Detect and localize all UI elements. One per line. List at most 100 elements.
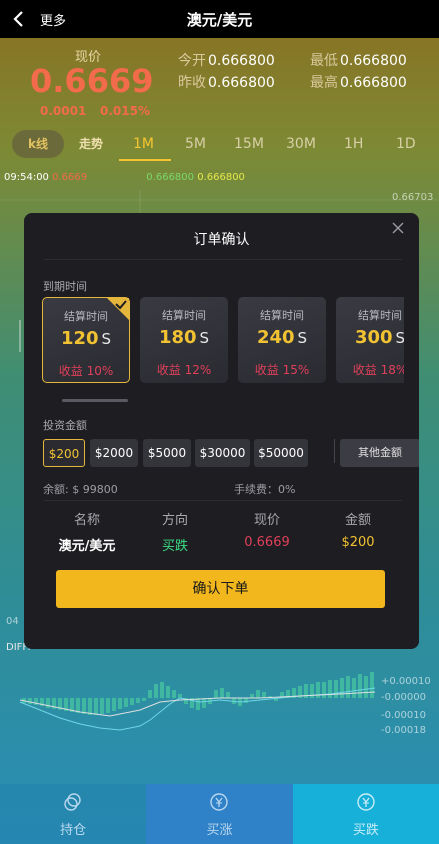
amount-option-50000[interactable]: $50000	[254, 439, 308, 467]
divider	[44, 500, 402, 501]
macd-axis-4: -0.00018	[381, 725, 426, 736]
expiry-options: 结算时间 120 S 收益 10% 结算时间 180 S 收益 12% 结算时间 2…	[42, 297, 404, 385]
tab-kline[interactable]: k线	[12, 130, 64, 158]
summary-value-name: 澳元/美元	[58, 539, 116, 554]
amount-separator	[334, 439, 335, 463]
expiry-option-180[interactable]: 结算时间 180 S 收益 12%	[140, 297, 228, 383]
high-label: 最高	[310, 75, 338, 91]
amount-label: 投资金额	[43, 419, 87, 432]
price-change-pct: 0.015%	[100, 104, 150, 118]
tab-period-5m[interactable]: 5M	[185, 136, 206, 152]
fee-text: 手续费：0%	[234, 483, 296, 496]
price-change: 0.0001	[40, 104, 87, 118]
amount-option-30000[interactable]: $30000	[195, 439, 250, 467]
coins-icon	[64, 793, 81, 811]
bottom-nav: 持仓 买涨 买跌	[0, 784, 439, 844]
active-tab-indicator	[119, 159, 171, 161]
tab-trend[interactable]: 走势	[66, 130, 116, 158]
open-stat: 今开 0.666800	[178, 50, 275, 70]
holdings-button[interactable]: 持仓	[0, 784, 147, 844]
macd-axis-3: -0.00010	[381, 710, 426, 721]
expiry-option-time: 300 S	[336, 327, 404, 348]
macd-histogram	[22, 672, 374, 715]
summary-head-amount: 金额	[344, 513, 371, 528]
macd-axis-1: +0.00010	[381, 676, 431, 687]
chart-ma-value-1: 0.666800	[146, 172, 195, 183]
macd-chart: +0.00010 -0.00000 -0.00010 -0.00018	[19, 672, 431, 736]
tab-period-1h[interactable]: 1H	[344, 136, 363, 152]
expiry-option-label: 结算时间	[260, 309, 304, 322]
summary-head-name: 名称	[73, 513, 100, 528]
top-bar: 更多 澳元/美元	[0, 0, 439, 38]
tab-period-30m[interactable]: 30M	[286, 136, 316, 152]
expiry-time-unit: S	[199, 329, 210, 347]
expiry-time-value: 120	[60, 328, 99, 349]
open-value: 0.666800	[208, 53, 275, 69]
expiry-option-time: 240 S	[238, 327, 326, 348]
chart-price: 0.6669	[52, 172, 88, 183]
order-confirm-modal: 订单确认 到期时间 结算时间 120 S 收益 10% 结算时间 180 S 收益 …	[24, 213, 419, 649]
expiry-label: 到期时间	[43, 280, 87, 293]
expiry-option-yield: 收益 18%	[352, 363, 404, 377]
expiry-option-yield: 收益 12%	[156, 363, 212, 377]
other-amount-button[interactable]: 其他金额	[340, 439, 419, 467]
low-label: 最低	[310, 53, 338, 69]
expiry-option-yield: 收益 15%	[254, 363, 310, 377]
confirm-order-button[interactable]: 确认下单	[56, 570, 385, 608]
expiry-option-label: 结算时间	[162, 309, 206, 322]
low-value: 0.666800	[340, 53, 407, 69]
tab-period-15m[interactable]: 15M	[234, 136, 264, 152]
tab-period-1m[interactable]: 1M	[133, 136, 154, 152]
expiry-option-time: 120 S	[43, 328, 129, 349]
prev-close-stat: 昨收 0.666800	[178, 72, 275, 92]
modal-title: 订单确认	[193, 232, 250, 248]
summary-head-direction: 方向	[161, 513, 188, 528]
expiry-option-120[interactable]: 结算时间 120 S 收益 10%	[42, 297, 130, 383]
yen-up-icon	[210, 793, 229, 811]
expiry-time-unit: S	[297, 329, 308, 347]
divider	[44, 259, 402, 260]
quote-panel: 现价 0.6669 0.0001 0.015% 今开 0.666800 最低 0.6…	[0, 38, 439, 128]
amount-option-5000[interactable]: $5000	[143, 439, 191, 467]
prev-close-value: 0.666800	[208, 75, 275, 91]
expiry-time-unit: S	[395, 329, 404, 347]
expiry-option-300[interactable]: 结算时间 300 S 收益 18%	[336, 297, 404, 383]
summary-value-direction: 买跌	[161, 539, 188, 554]
selected-check-icon	[107, 298, 129, 320]
balance-text: 余额: $ 99800	[43, 483, 118, 496]
expiry-time-value: 300	[354, 327, 393, 348]
low-stat: 最低 0.666800	[310, 50, 407, 70]
expiry-scrollbar[interactable]	[62, 399, 128, 402]
chart-ma-value-2: 0.666800	[197, 172, 245, 183]
summary-value-price: 0.6669	[244, 535, 290, 550]
buy-down-label: 买跌	[352, 823, 379, 838]
high-stat: 最高 0.666800	[310, 72, 407, 92]
amount-option-200[interactable]: $200	[43, 439, 85, 467]
yen-down-icon	[357, 793, 375, 811]
chart-info-line: 09:54:00 0.6669 0.666800 0.666800	[4, 172, 245, 183]
expiry-time-value: 180	[158, 327, 197, 348]
macd-axis-2: -0.00000	[381, 692, 426, 703]
summary-value-amount: $200	[341, 535, 375, 550]
chart-tabs: k线 走势 1M 5M 15M 30M 1H 1D	[0, 128, 439, 162]
expiry-option-yield: 收益 10%	[58, 364, 114, 378]
chart-time: 09:54:00	[4, 172, 49, 183]
high-value: 0.666800	[340, 75, 407, 91]
buy-up-label: 买涨	[206, 823, 233, 838]
expiry-time-value: 240	[256, 327, 295, 348]
buy-down-button[interactable]: 买跌	[292, 784, 439, 844]
expiry-time-unit: S	[101, 330, 112, 348]
buy-up-button[interactable]: 买涨	[146, 784, 293, 844]
summary-head-price: 现价	[253, 513, 280, 528]
prev-close-label: 昨收	[178, 75, 206, 91]
amount-options: $200 $2000 $5000 $30000 $50000 其他金额	[42, 437, 419, 467]
page-title: 澳元/美元	[186, 11, 253, 29]
close-icon[interactable]	[391, 221, 405, 235]
expiry-option-240[interactable]: 结算时间 240 S 收益 15%	[238, 297, 326, 383]
amount-option-2000[interactable]: $2000	[90, 439, 138, 467]
expiry-option-time: 180 S	[140, 327, 228, 348]
current-price: 0.6669	[30, 62, 154, 100]
holdings-label: 持仓	[60, 823, 87, 838]
tab-period-1d[interactable]: 1D	[396, 136, 416, 152]
expiry-option-label: 结算时间	[358, 309, 402, 322]
